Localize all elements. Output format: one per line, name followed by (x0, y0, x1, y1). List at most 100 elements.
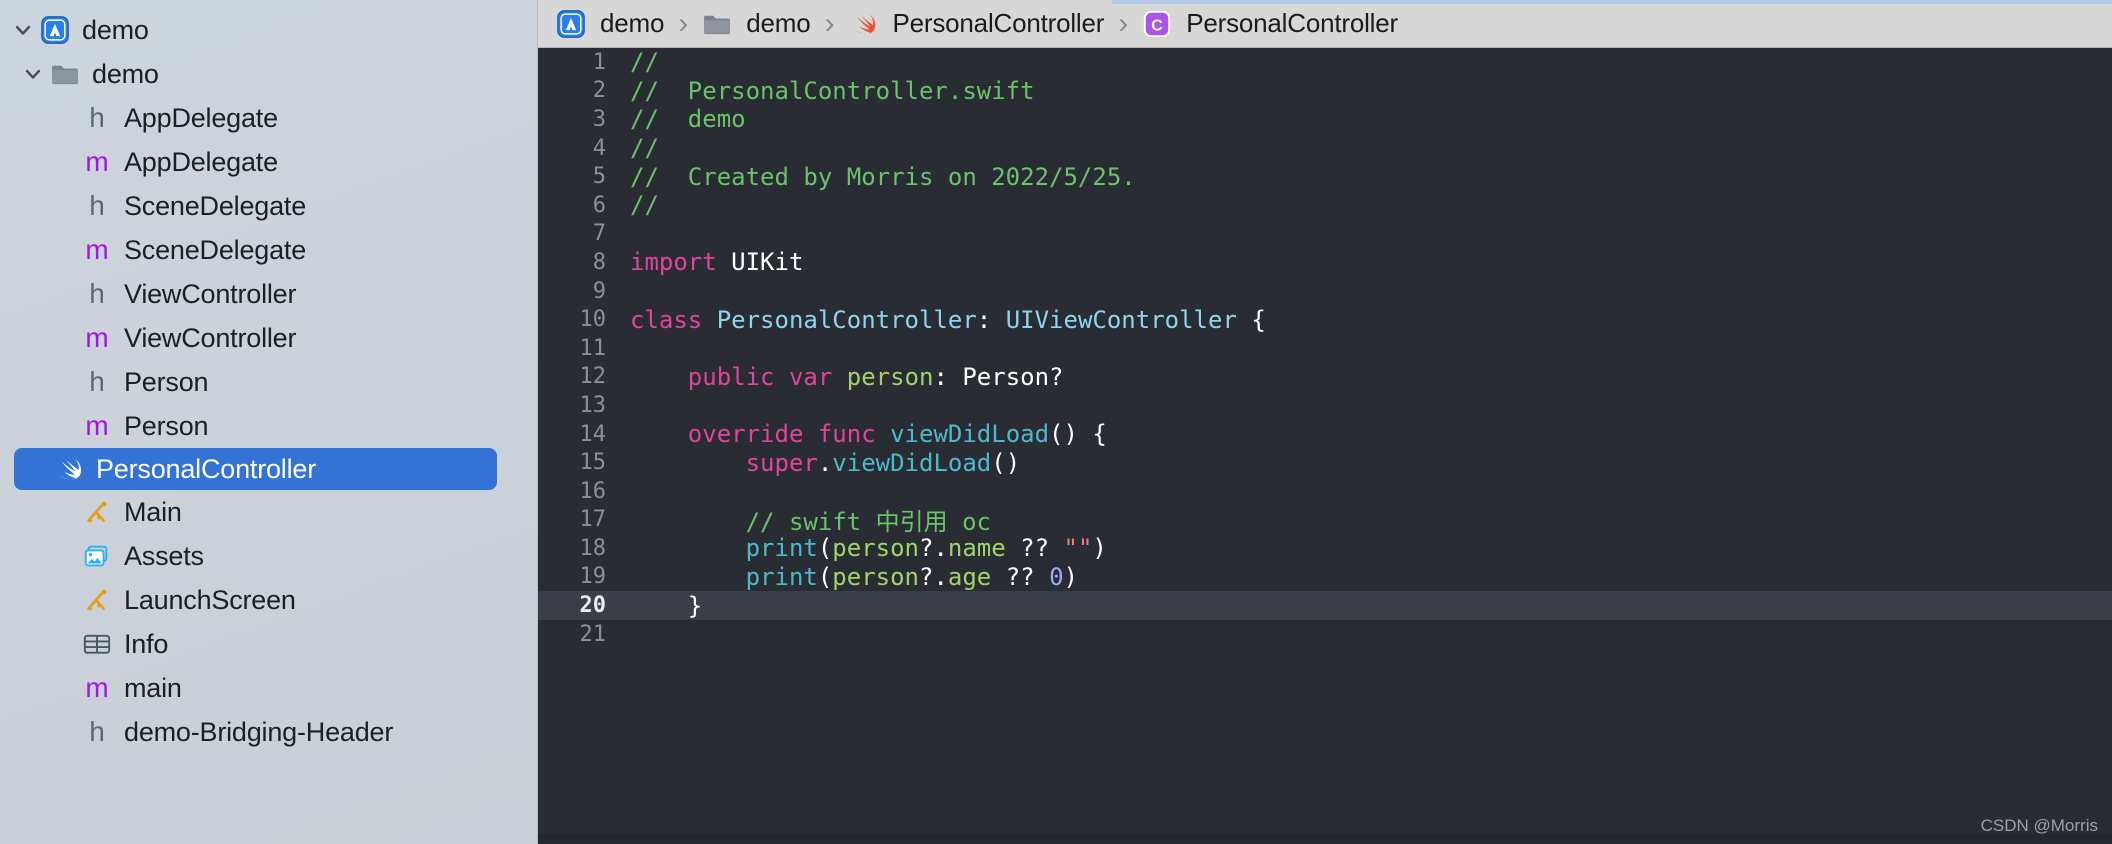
line-number: 3 (592, 106, 606, 132)
storyboard-icon (78, 584, 116, 616)
code-token: // demo (630, 105, 746, 134)
code-line-text: import UIKit (624, 248, 803, 276)
sidebar-item-scenedelegate[interactable]: m SceneDelegate (0, 228, 537, 272)
code-token: ?? (1005, 534, 1064, 563)
breadcrumb-separator-icon: › (678, 6, 689, 40)
line-number: 17 (579, 507, 607, 533)
sidebar-item-personalcontroller[interactable]: PersonalController (14, 448, 497, 490)
code-token: ) (1092, 534, 1107, 563)
sidebar-item-viewcontroller[interactable]: h ViewController (0, 272, 537, 316)
sidebar-item-info[interactable]: Info (0, 622, 537, 666)
sidebar-item-label: SceneDelegate (124, 190, 307, 221)
code-token: () (991, 448, 1021, 477)
breadcrumb-progress-bar (1112, 0, 2112, 4)
chevron-down-icon[interactable] (20, 61, 46, 87)
code-line[interactable]: 4 // (538, 134, 2112, 163)
code-line[interactable]: 9 (538, 277, 2112, 306)
code-line[interactable]: 18 print(person?.name ?? "") (538, 534, 2112, 563)
code-line-text: // PersonalController.swift (624, 77, 1035, 105)
code-line[interactable]: 13 (538, 391, 2112, 420)
code-token: // (630, 191, 659, 220)
swift-file-icon (847, 8, 881, 40)
breadcrumb-item-label: PersonalController (1186, 8, 1398, 38)
chevron-down-icon[interactable] (10, 17, 36, 43)
sidebar-item-launchscreen[interactable]: LaunchScreen (0, 578, 537, 622)
code-line[interactable]: 10 class PersonalController: UIViewContro… (538, 305, 2112, 334)
code-line[interactable]: 11 (538, 334, 2112, 363)
sidebar-item-demo[interactable]: demo (0, 52, 537, 96)
breadcrumb-item-1[interactable]: demo (700, 8, 811, 40)
sidebar-item-main[interactable]: m main (0, 666, 537, 710)
code-line[interactable]: 16 (538, 477, 2112, 506)
line-number: 6 (592, 192, 606, 218)
code-line[interactable]: 1 // (538, 48, 2112, 77)
folder-icon (46, 58, 84, 90)
header-file-icon: h (89, 102, 105, 133)
code-line[interactable]: 21 (538, 620, 2112, 649)
code-token: person (832, 534, 919, 563)
header-file-icon: h (89, 716, 105, 747)
sidebar-item-person[interactable]: h Person (0, 360, 537, 404)
project-navigator[interactable]: demo demo h AppDelegate m AppDelegate h SceneDe… (0, 0, 538, 844)
line-number: 12 (579, 364, 607, 390)
sidebar-item-label: ViewController (124, 278, 297, 309)
sidebar-item-label: demo-Bridging-Header (124, 716, 394, 747)
code-line[interactable]: 15 super.viewDidLoad() (538, 448, 2112, 477)
code-line-text: print(person?.age ?? 0) (624, 563, 1078, 591)
code-line[interactable]: 6 // (538, 191, 2112, 220)
code-line[interactable]: 5 // Created by Morris on 2022/5/25. (538, 162, 2112, 191)
header-file-icon: h (89, 278, 105, 309)
code-line[interactable]: 19 print(person?.age ?? 0) (538, 563, 2112, 592)
code-token: print (745, 562, 818, 591)
code-line-text: // (624, 191, 659, 219)
code-line[interactable]: 12 public var person: Person? (538, 363, 2112, 392)
code-token: UIViewController (1005, 305, 1237, 334)
breadcrumb-separator-icon: › (824, 6, 835, 40)
code-line-text: // swift 中引用 oc (624, 502, 991, 537)
sidebar-item-person[interactable]: m Person (0, 404, 537, 448)
header-file-icon: h (89, 190, 105, 221)
sidebar-item-appdelegate[interactable]: m AppDelegate (0, 140, 537, 184)
sidebar-item-demo-bridging-header[interactable]: h demo-Bridging-Header (0, 710, 537, 754)
class-symbol-icon: C (1140, 8, 1174, 40)
sidebar-item-label: Main (124, 496, 182, 527)
sidebar-item-main[interactable]: Main (0, 490, 537, 534)
code-line[interactable]: 2 // PersonalController.swift (538, 77, 2112, 106)
line-number: 2 (592, 78, 606, 104)
breadcrumb[interactable]: demo › demo › PersonalController › C PersonalCo… (538, 0, 2112, 48)
code-token: PersonalController (716, 305, 977, 334)
svg-text:C: C (1151, 17, 1163, 34)
breadcrumb-item-3[interactable]: C PersonalController (1140, 8, 1398, 40)
code-line[interactable]: 17 // swift 中引用 oc (538, 506, 2112, 536)
code-line[interactable]: 3 // demo (538, 105, 2112, 134)
breadcrumb-item-2[interactable]: PersonalController (847, 8, 1104, 40)
code-line[interactable]: 8 import UIKit (538, 248, 2112, 277)
sidebar-item-assets[interactable]: Assets (0, 534, 537, 578)
line-number: 5 (592, 164, 606, 190)
line-number: 9 (592, 278, 606, 304)
code-token: override func (687, 420, 876, 449)
code-line[interactable]: 20 } (538, 591, 2112, 620)
code-token: // Created by Morris on 2022/5/25. (630, 162, 1136, 191)
sidebar-item-appdelegate[interactable]: h AppDelegate (0, 96, 537, 140)
breadcrumb-item-0[interactable]: demo (554, 8, 664, 40)
code-token: ?? (991, 562, 1050, 591)
sidebar-item-viewcontroller[interactable]: m ViewController (0, 316, 537, 360)
sidebar-item-demo[interactable]: demo (0, 8, 537, 52)
code-line[interactable]: 7 (538, 220, 2112, 249)
code-line[interactable]: 14 override func viewDidLoad() { (538, 420, 2112, 449)
editor-bottom-strip (538, 834, 2112, 844)
editor-area: demo › demo › PersonalController › C PersonalCo… (538, 0, 2112, 844)
source-code-editor[interactable]: 1//2 // PersonalController.swift 3 // demo 4… (538, 48, 2112, 844)
code-token: ( (817, 534, 833, 563)
sidebar-item-label: SceneDelegate (124, 234, 307, 265)
sidebar-item-label: Info (124, 628, 169, 659)
sidebar-item-scenedelegate[interactable]: h SceneDelegate (0, 184, 537, 228)
